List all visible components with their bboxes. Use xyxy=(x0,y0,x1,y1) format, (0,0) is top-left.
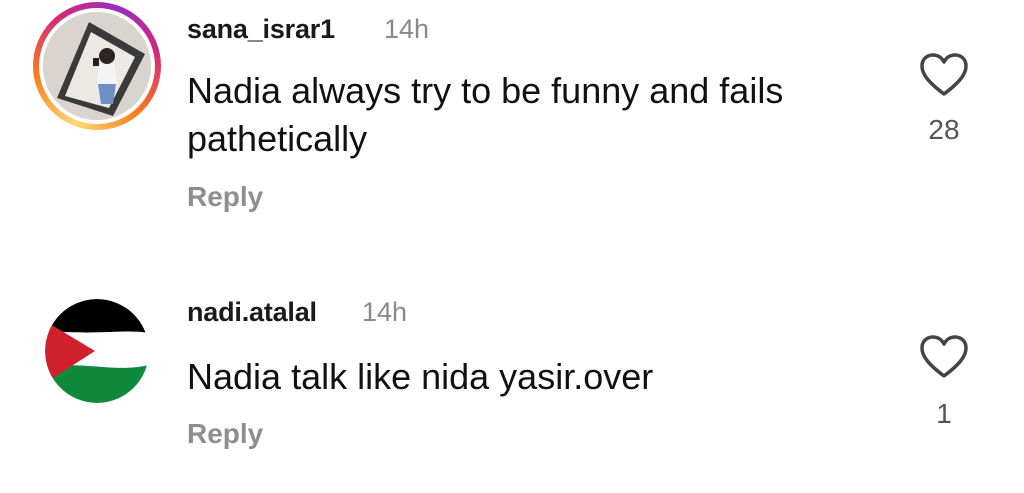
comment-username[interactable]: nadi.atalal xyxy=(187,297,317,328)
reply-button[interactable]: Reply xyxy=(187,418,263,450)
comment-timestamp: 14h xyxy=(362,297,408,327)
reply-button[interactable]: Reply xyxy=(187,181,263,213)
comment-item: nadi.atalal 14h Nadia talk like nida yas… xyxy=(0,280,1024,493)
heart-outline-icon xyxy=(920,53,968,96)
like-button[interactable] xyxy=(918,52,970,98)
like-count: 1 xyxy=(936,398,952,429)
like-button[interactable] xyxy=(918,334,970,380)
comment-username[interactable]: sana_israr1 xyxy=(187,14,335,45)
comment-text: Nadia always try to be funny and fails p… xyxy=(187,70,784,159)
palestine-flag-image xyxy=(45,299,149,403)
comment-item: sana_israr1 14h Nadia always try to be f… xyxy=(0,0,1024,250)
profile-photo xyxy=(43,12,151,120)
comment-text: Nadia talk like nida yasir.over xyxy=(187,356,654,397)
like-count: 28 xyxy=(928,114,960,145)
comment-timestamp: 14h xyxy=(384,14,430,44)
heart-outline-icon xyxy=(920,335,968,378)
mirror-selfie-image xyxy=(43,12,151,120)
avatar[interactable] xyxy=(45,299,149,403)
avatar[interactable] xyxy=(33,2,161,130)
